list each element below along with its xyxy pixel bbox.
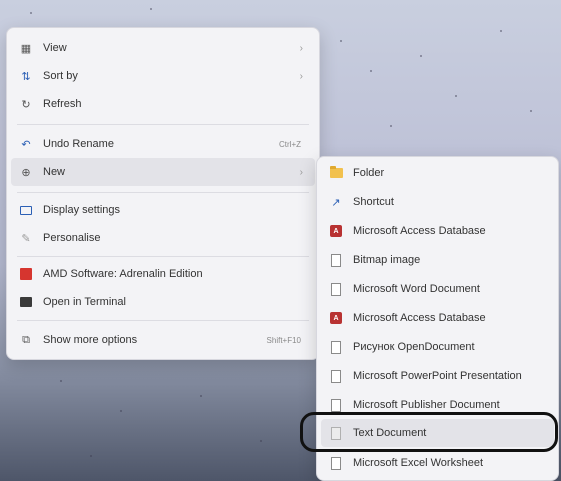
menu-item-display-settings[interactable]: Display settings (11, 196, 315, 224)
document-icon (329, 456, 343, 470)
grid-icon: ▦ (20, 42, 32, 55)
menu-item-open-in-terminal[interactable]: Open in Terminal (11, 288, 315, 316)
submenu-item-text-document[interactable]: Text Document (321, 419, 554, 447)
new-icon: ⊕ (21, 166, 31, 179)
menu-separator (17, 256, 309, 257)
submenu-item-excel-worksheet[interactable]: Microsoft Excel Worksheet (321, 449, 554, 477)
document-icon (329, 398, 343, 412)
menu-item-view[interactable]: ▦ View › (11, 34, 315, 62)
folder-icon (329, 166, 343, 180)
chevron-right-icon: › (299, 42, 303, 54)
menu-item-amd-software[interactable]: AMD Software: Adrenalin Edition (11, 260, 315, 288)
submenu-item-publisher-document[interactable]: Microsoft Publisher Document (321, 391, 554, 419)
menu-separator (17, 192, 309, 193)
shortcut-text: Shift+F10 (266, 335, 301, 345)
access-icon: A (329, 224, 343, 238)
new-submenu: Folder ↗ Shortcut A Microsoft Access Dat… (316, 156, 559, 481)
menu-item-sort-by[interactable]: ⇅ Sort by › (11, 62, 315, 90)
menu-separator (17, 124, 309, 125)
refresh-icon: ↻ (21, 98, 31, 111)
submenu-item-shortcut[interactable]: ↗ Shortcut (321, 188, 554, 216)
access-icon: A (329, 311, 343, 325)
chevron-right-icon: › (299, 166, 303, 178)
terminal-icon (19, 295, 33, 309)
submenu-item-folder[interactable]: Folder (321, 159, 554, 187)
document-icon (329, 426, 343, 440)
brush-icon: ✎ (21, 232, 31, 245)
more-options-icon: ⧉ (22, 333, 30, 346)
sort-icon: ⇅ (21, 70, 31, 83)
submenu-item-access-database-2[interactable]: A Microsoft Access Database (321, 304, 554, 332)
submenu-item-opendocument-drawing[interactable]: Рисунок OpenDocument (321, 333, 554, 361)
amd-icon (19, 267, 33, 281)
menu-item-new[interactable]: ⊕ New › (11, 158, 315, 186)
document-icon (329, 369, 343, 383)
submenu-item-bitmap-image[interactable]: Bitmap image (321, 246, 554, 274)
menu-item-personalise[interactable]: ✎ Personalise (11, 224, 315, 252)
document-icon (329, 253, 343, 267)
document-icon (329, 282, 343, 296)
shortcut-text: Ctrl+Z (279, 139, 301, 149)
submenu-item-word-document[interactable]: Microsoft Word Document (321, 275, 554, 303)
menu-separator (17, 320, 309, 321)
chevron-right-icon: › (299, 70, 303, 82)
undo-icon: ↶ (21, 138, 31, 151)
submenu-item-powerpoint-presentation[interactable]: Microsoft PowerPoint Presentation (321, 362, 554, 390)
submenu-item-access-database[interactable]: A Microsoft Access Database (321, 217, 554, 245)
display-icon (19, 203, 33, 217)
document-icon (329, 340, 343, 354)
menu-item-undo-rename[interactable]: ↶ Undo Rename Ctrl+Z (11, 130, 315, 158)
menu-item-refresh[interactable]: ↻ Refresh (11, 90, 315, 118)
desktop-context-menu: ▦ View › ⇅ Sort by › ↻ Refresh ↶ Undo Re… (6, 27, 320, 360)
shortcut-icon: ↗ (331, 196, 341, 209)
menu-item-show-more-options[interactable]: ⧉ Show more options Shift+F10 (11, 326, 315, 354)
